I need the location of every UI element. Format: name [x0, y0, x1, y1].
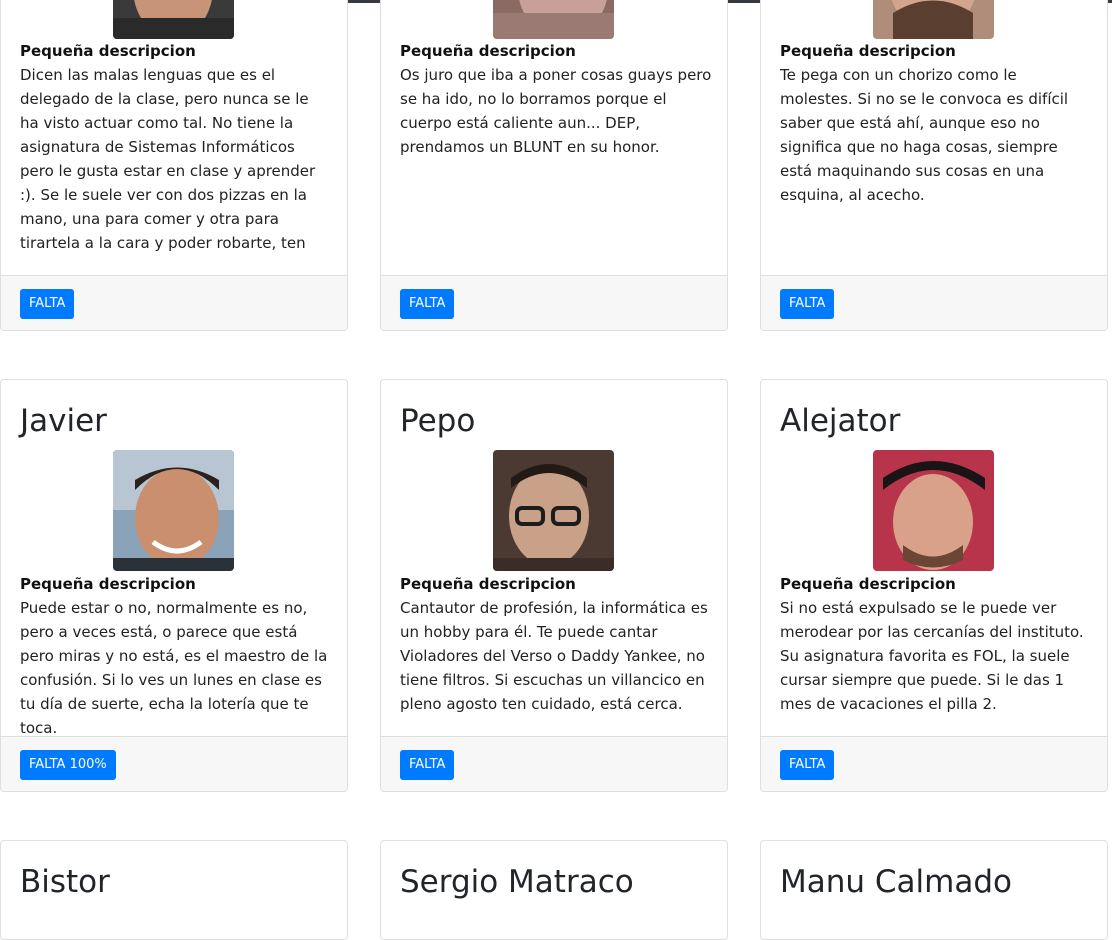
description-text: Si no está expulsado se le puede ver mer… [780, 599, 1084, 713]
avatar [873, 0, 994, 39]
card-footer: FALTA [761, 275, 1107, 330]
status-badge[interactable]: FALTA [400, 750, 455, 780]
profile-card: Bistor [0, 840, 348, 940]
profile-card: Alejator Pequeña descripcion Si no está … [760, 379, 1108, 792]
description-text: Puede estar o no, normalmente es no, per… [20, 599, 328, 737]
description-label: Pequeña descripcion [20, 575, 196, 593]
card-title: Javier [20, 403, 107, 439]
card-title: Bistor [20, 864, 110, 900]
avatar [873, 450, 994, 571]
status-badge[interactable]: FALTA [780, 750, 835, 780]
avatar [113, 0, 234, 39]
profile-card: Sergio Matraco [380, 840, 728, 940]
profile-card: Pequeña descripcion Te pega con un chori… [760, 0, 1108, 331]
description-text: Te pega con un chorizo como le molestes.… [780, 66, 1069, 204]
status-badge[interactable]: FALTA 100% [20, 750, 116, 780]
status-badge[interactable]: FALTA [400, 289, 455, 319]
status-badge[interactable]: FALTA [780, 289, 835, 319]
card-footer: FALTA [761, 736, 1107, 791]
avatar [493, 450, 614, 571]
description-label: Pequeña descripcion [400, 575, 576, 593]
description-text: Dicen las malas lenguas que es el delega… [20, 66, 316, 252]
profile-card: Javier Pequeña descripcion Puede estar o… [0, 379, 348, 792]
profile-card: Pepo Pequeña descripcion Cantautor de pr… [380, 379, 728, 792]
profile-card: Manu Calmado [760, 840, 1108, 940]
description-text: Os juro que iba a poner cosas guays pero… [400, 66, 712, 156]
description-label: Pequeña descripcion [780, 575, 956, 593]
avatar [493, 0, 614, 39]
profile-card: Pequeña descripcion Dicen las malas leng… [0, 0, 348, 331]
description-label: Pequeña descripcion [400, 42, 576, 60]
description-text: Cantautor de profesión, la informática e… [400, 599, 708, 713]
card-title: Manu Calmado [780, 864, 1012, 900]
description-label: Pequeña descripcion [780, 42, 956, 60]
card-footer: FALTA 100% [1, 736, 347, 791]
card-footer: FALTA [381, 275, 727, 330]
card-footer: FALTA [381, 736, 727, 791]
description-label: Pequeña descripcion [20, 42, 196, 60]
avatar [113, 450, 234, 571]
card-title: Alejator [780, 403, 901, 439]
status-badge[interactable]: FALTA [20, 289, 75, 319]
card-title: Sergio Matraco [400, 864, 634, 900]
card-title: Pepo [400, 403, 476, 439]
profile-card: Pequeña descripcion Os juro que iba a po… [380, 0, 728, 331]
card-footer: FALTA [1, 275, 347, 330]
